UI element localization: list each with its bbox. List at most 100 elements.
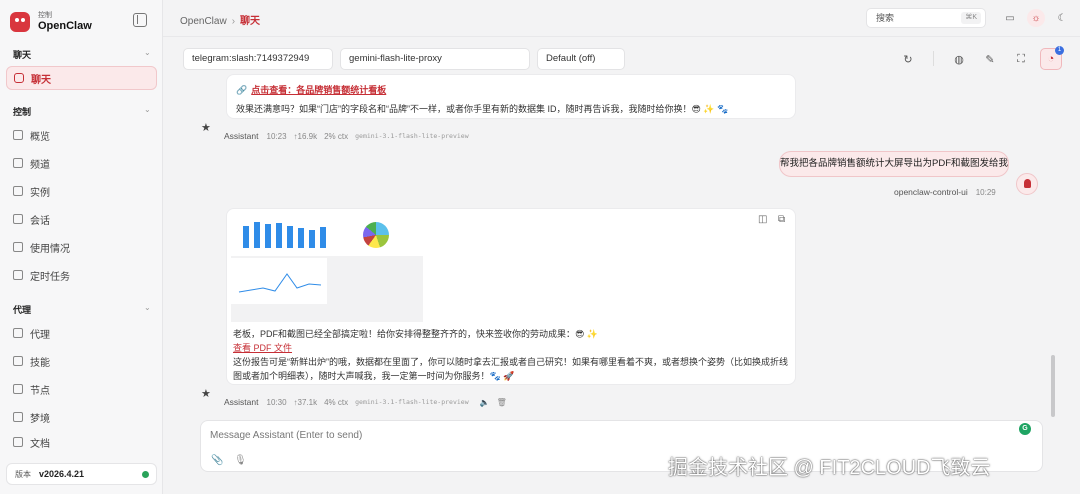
composer-placeholder: Message Assistant (Enter to send) <box>210 430 363 441</box>
link-icon: 🔗 <box>236 85 248 95</box>
microphone-icon[interactable]: 🎙 <box>234 455 247 466</box>
sidebar-item-label: 梦境 <box>30 413 50 425</box>
sidebar-item-overview[interactable]: 概览 <box>6 123 157 147</box>
context-usage: 2% ctx <box>324 131 349 141</box>
chat-scrollbar[interactable] <box>1051 355 1055 417</box>
sidebar-item-label: 聊天 <box>31 74 51 86</box>
trash-icon[interactable]: 🗑 <box>497 398 507 407</box>
brand-name: OpenClaw <box>38 20 92 32</box>
message-meta: Assistant 10:30 ↑37.1k 4% ctx gemini-3.1… <box>224 397 514 407</box>
sun-icon[interactable]: ☼ <box>1027 9 1045 27</box>
focus-icon[interactable]: ⛶ <box>1010 48 1032 70</box>
split-view-icon[interactable]: ◫ <box>758 214 767 225</box>
folder-icon <box>13 328 23 338</box>
notification-badge: 1 <box>1055 46 1064 55</box>
sidebar-item-agents[interactable]: 代理 <box>6 321 157 345</box>
monitor-icon <box>13 384 23 394</box>
loader-icon <box>13 270 23 280</box>
message-text: 效果还满意吗？如果“门店”的字段名和“品牌”不一样，或者你手里有新的数据集 ID… <box>236 104 729 114</box>
sidebar-collapse-icon[interactable] <box>133 13 147 27</box>
sidebar-item-instances[interactable]: 实例 <box>6 179 157 203</box>
message-text: 老板，PDF和截图已经全部搞定啦！给你安排得整整齐齐的，快来签收你的劳动成果：😎… <box>233 329 599 339</box>
token-count: ↑16.9k <box>293 131 318 141</box>
sidebar-item-docs[interactable]: 文档 <box>6 430 157 454</box>
star-icon[interactable]: ★ <box>201 387 211 400</box>
pdf-link[interactable]: 查看 PDF 文件 <box>233 343 292 353</box>
thumb-bar <box>276 223 282 248</box>
token-count: ↑37.1k <box>293 397 318 407</box>
sidebar-item-cron[interactable]: 定时任务 <box>6 263 157 287</box>
message-time: 10:23 <box>266 131 287 141</box>
monitor-icon[interactable]: ▭ <box>1001 9 1019 27</box>
sidebar-item-label: 代理 <box>30 329 50 341</box>
lobster-logo-icon <box>10 12 30 32</box>
thinking-icon[interactable]: ◍ <box>948 48 970 70</box>
search-input[interactable]: 搜索 ⌘K <box>866 8 986 28</box>
brand-subtitle: 控制 <box>38 12 52 19</box>
chevron-down-icon[interactable]: ⌄ <box>144 303 151 312</box>
model-select[interactable]: gemini-flash-lite-proxy <box>340 48 530 70</box>
user-message-meta: openclaw-control-ui 10:29 <box>894 187 1003 197</box>
sidebar-item-label: 使用情况 <box>30 243 70 255</box>
clock-icon[interactable]: ◔ 1 <box>1040 46 1064 70</box>
message-time: 10:30 <box>266 397 287 407</box>
thumb-bar <box>254 222 260 248</box>
message-body: 老板，PDF和截图已经全部搞定啦！给你安排得整整齐齐的，快来签收你的劳动成果：😎… <box>233 327 788 383</box>
message-time: 10:29 <box>975 187 996 197</box>
copy-icon[interactable]: ⧉ <box>778 214 785 225</box>
thumb-bar-chart <box>243 220 326 248</box>
sender-name: openclaw-control-ui <box>894 187 968 197</box>
speaker-icon[interactable]: 🔈 <box>480 398 490 407</box>
thumb-bar <box>309 230 315 248</box>
moon-icon <box>13 412 23 422</box>
sidebar-item-usage[interactable]: 使用情况 <box>6 235 157 259</box>
version-indicator: 版本 v2026.4.21 <box>6 463 157 485</box>
document-icon <box>13 214 23 224</box>
breadcrumb-separator: › <box>231 16 236 27</box>
star-icon[interactable]: ★ <box>201 121 211 134</box>
dashboard-link[interactable]: 点击查看：各品牌销售额统计看板 <box>251 85 386 95</box>
bar-chart-icon <box>13 242 23 252</box>
dashboard-screenshot-image[interactable] <box>231 212 423 322</box>
paperclip-icon[interactable]: 📎 <box>211 455 223 466</box>
sidebar-item-skills[interactable]: 技能 <box>6 349 157 373</box>
mode-select[interactable]: Default (off) <box>537 48 625 70</box>
link-icon <box>13 158 23 168</box>
refresh-icon[interactable]: ↻ <box>897 48 919 70</box>
moon-icon[interactable]: ☾ <box>1053 9 1071 27</box>
sidebar-item-sessions[interactable]: 会话 <box>6 207 157 231</box>
divider <box>933 51 934 66</box>
version-value: v2026.4.21 <box>39 469 85 479</box>
sidebar-item-label: 频道 <box>30 159 50 171</box>
thumb-bar <box>287 226 293 248</box>
sidebar-item-label: 定时任务 <box>30 271 70 283</box>
section-title-chat: 聊天 <box>13 50 32 60</box>
theme-switcher: ▭ ☼ ☾ <box>1001 8 1071 28</box>
wrench-icon[interactable]: ✎ <box>979 48 1001 70</box>
search-label: 搜索 <box>876 13 895 23</box>
chevron-down-icon[interactable]: ⌄ <box>144 48 151 57</box>
book-icon <box>13 437 23 447</box>
thumb-line <box>238 273 322 293</box>
sidebar-item-chat[interactable]: 聊天 <box>6 66 157 90</box>
sidebar-item-label: 节点 <box>30 385 50 397</box>
version-label: 版本 <box>15 469 31 479</box>
grammarly-icon[interactable]: G <box>1019 423 1031 435</box>
thumb-line-chart <box>238 273 322 293</box>
sidebar-item-channels[interactable]: 频道 <box>6 151 157 175</box>
sidebar-item-label: 技能 <box>30 357 50 369</box>
channel-select[interactable]: telegram:slash:7149372949 <box>183 48 333 70</box>
thumb-bar <box>243 226 249 248</box>
breadcrumb-root[interactable]: OpenClaw <box>180 16 227 27</box>
radio-icon <box>13 186 23 196</box>
sidebar-item-nodes[interactable]: 节点 <box>6 377 157 401</box>
brand[interactable]: 控制 OpenClaw <box>10 9 92 35</box>
chevron-down-icon[interactable]: ⌄ <box>144 105 151 114</box>
section-title-control: 控制 <box>13 107 32 117</box>
sidebar-item-dreams[interactable]: 梦境 <box>6 405 157 429</box>
chat-icon <box>14 73 24 83</box>
status-dot-icon <box>142 471 149 478</box>
thumb-panel <box>231 212 423 256</box>
thumb-bar <box>298 228 304 248</box>
sidebar-item-label: 实例 <box>30 187 50 199</box>
